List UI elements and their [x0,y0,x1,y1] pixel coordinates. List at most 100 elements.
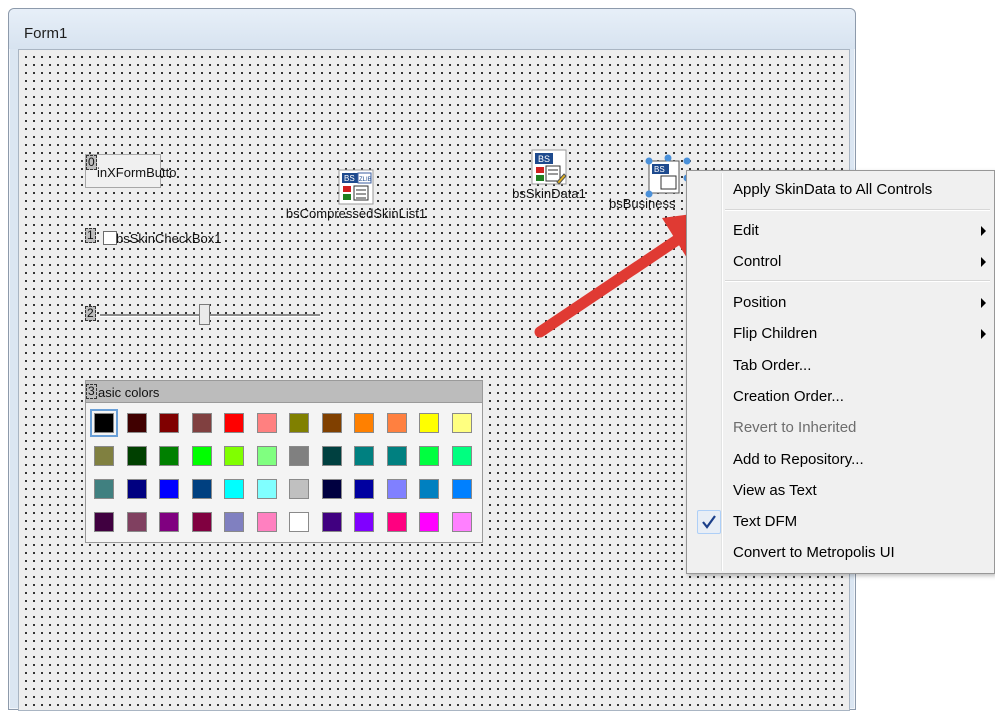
tab-order-badge: 2 [85,306,96,321]
context-menu: Apply SkinData to All Controls Edit Contro… [686,170,995,574]
menu-item-label: Convert to Metropolis UI [733,544,895,561]
color-swatch[interactable] [126,512,147,532]
color-swatch[interactable] [321,446,342,466]
compressed-skin-list-icon: BS ZLIB [338,169,374,205]
color-palette-component[interactable]: 3 asic colors [85,380,483,543]
color-swatch[interactable] [386,479,407,499]
color-swatch[interactable] [126,413,147,433]
palette-header: 3 asic colors [86,381,482,403]
color-swatch[interactable] [386,512,407,532]
color-swatch[interactable] [90,409,118,437]
menu-item-label: Text DFM [733,513,798,530]
checkmark-icon [697,510,721,534]
submenu-arrow-icon [981,298,986,308]
svg-text:BS: BS [344,174,355,183]
color-swatch[interactable] [321,512,342,532]
color-swatch[interactable] [354,512,374,532]
color-swatch[interactable] [224,446,244,466]
svg-text:ZLIB: ZLIB [359,177,372,183]
color-swatch[interactable] [224,413,244,433]
color-swatch[interactable] [94,446,114,466]
window-title: Form1 [24,25,68,42]
color-swatch[interactable] [289,446,309,466]
menu-item-flip-children[interactable]: Flip Children [689,320,992,350]
menu-item-creation-order[interactable]: Creation Order... [689,383,992,413]
color-swatch[interactable] [419,446,439,466]
color-swatch[interactable] [256,413,277,433]
form-button-label: inXFormButto [97,165,177,180]
svg-text:BS: BS [538,154,550,164]
color-swatch[interactable] [451,446,472,466]
menu-item-label: Control [733,253,782,270]
menu-item-label: Tab Order... [733,357,812,374]
svg-text:BS: BS [654,165,665,174]
color-swatch[interactable] [289,413,309,433]
menu-item-control[interactable]: Control [689,248,992,278]
color-swatch[interactable] [159,446,179,466]
menu-item-label: Apply SkinData to All Controls [733,181,933,198]
color-swatch[interactable] [126,479,147,499]
color-swatch[interactable] [321,413,342,433]
color-swatch[interactable] [386,413,407,433]
color-swatch[interactable] [159,413,179,433]
color-swatch[interactable] [354,413,374,433]
color-swatch[interactable] [354,446,374,466]
menu-item-label: Flip Children [733,325,818,342]
menu-item-revert-to-inherited[interactable]: Revert to Inherited [689,414,992,444]
color-swatch[interactable] [256,446,277,466]
menu-item-label: View as Text [733,482,817,499]
color-swatch[interactable] [224,512,244,532]
menu-item-convert-to-metropolis-ui[interactable]: Convert to Metropolis UI [689,539,992,569]
color-swatch[interactable] [126,446,147,466]
menu-item-position[interactable]: Position [689,289,992,319]
menu-item-label: Creation Order... [733,388,844,405]
checkbox-label: bsSkinCheckBox1 [116,231,222,246]
color-swatch[interactable] [224,479,244,499]
menu-item-apply-skindata[interactable]: Apply SkinData to All Controls [689,176,992,206]
color-swatch[interactable] [354,479,374,499]
compressed-skin-list-component[interactable]: BS ZLIB bsCompressedSkinList1 [271,168,441,221]
color-swatch[interactable] [159,479,179,499]
color-swatch[interactable] [256,479,277,499]
color-swatch[interactable] [419,413,439,433]
menu-item-text-dfm[interactable]: Text DFM [689,508,992,538]
color-swatch[interactable] [451,512,472,532]
form-button-component[interactable]: 0 inXFormButto [85,154,176,188]
menu-item-label: Add to Repository... [733,451,864,468]
color-swatch[interactable] [419,479,439,499]
title-bar[interactable]: Form1 [9,9,855,49]
menu-item-label: Edit [733,222,759,239]
color-swatch[interactable] [386,446,407,466]
color-swatch[interactable] [289,479,309,499]
color-swatch[interactable] [191,413,212,433]
menu-item-label: Position [733,294,787,311]
menu-item-add-to-repository[interactable]: Add to Repository... [689,446,992,476]
skin-data-icon: BS [531,149,567,185]
color-swatch[interactable] [289,512,309,532]
color-swatch[interactable] [159,512,179,532]
checkbox-box[interactable] [103,231,117,245]
submenu-arrow-icon [981,329,986,339]
trackbar-thumb[interactable] [199,304,210,325]
menu-item-label: Revert to Inherited [733,419,857,436]
color-swatch[interactable] [191,479,212,499]
color-swatch[interactable] [94,512,114,532]
color-swatch[interactable] [451,479,472,499]
color-swatch[interactable] [191,446,212,466]
compressed-skin-list-label: bsCompressedSkinList1 [285,206,427,221]
menu-separator [725,209,990,211]
menu-item-view-as-text[interactable]: View as Text [689,477,992,507]
color-swatch[interactable] [321,479,342,499]
menu-item-edit[interactable]: Edit [689,217,992,247]
color-swatch[interactable] [419,512,439,532]
tab-order-badge: 3 [86,384,97,399]
color-swatch[interactable] [94,479,114,499]
color-swatch[interactable] [451,413,472,433]
tab-order-badge: 1 [85,228,96,243]
trackbar-track [100,314,320,317]
trackbar-component[interactable]: 2 [85,304,325,328]
menu-item-tab-order[interactable]: Tab Order... [689,352,992,382]
color-swatch[interactable] [191,512,212,532]
color-swatch[interactable] [256,512,277,532]
menu-separator [725,280,990,282]
